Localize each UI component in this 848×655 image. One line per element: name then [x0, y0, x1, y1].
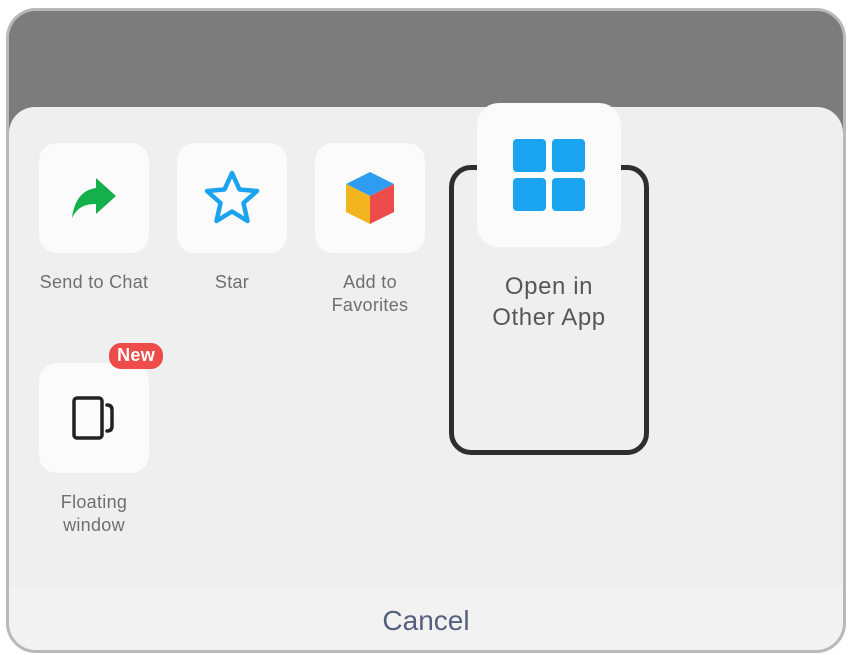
cancel-button[interactable]: Cancel — [382, 605, 469, 637]
action-sheet: Send to Chat Star Add to Favorites Open … — [9, 103, 843, 650]
open-in-other-app-tile[interactable] — [477, 103, 621, 247]
add-to-favorites-label: Add to Favorites — [331, 272, 409, 315]
phone-frame: Send to Chat Star Add to Favorites Open … — [6, 8, 846, 653]
add-to-favorites-tile[interactable] — [315, 143, 425, 253]
open-in-other-app-action[interactable]: Open in Other App — [474, 103, 624, 333]
open-in-other-app-label: Open in Other App — [492, 273, 606, 331]
star-action[interactable]: Star — [177, 143, 287, 294]
send-to-chat-action[interactable]: Send to Chat — [39, 143, 149, 294]
floating-window-icon — [72, 396, 114, 440]
share-arrow-icon — [72, 178, 116, 218]
add-to-favorites-action[interactable]: Add to Favorites — [315, 143, 425, 317]
star-label: Star — [214, 272, 250, 292]
new-badge: New — [109, 343, 163, 369]
send-to-chat-label: Send to Chat — [39, 272, 149, 292]
send-to-chat-tile[interactable] — [39, 143, 149, 253]
cube-icon — [346, 172, 394, 224]
grid-tiles-icon — [513, 139, 585, 211]
floating-window-action[interactable]: New Floating window — [39, 343, 163, 537]
floating-window-label: Floating window — [60, 492, 128, 535]
cancel-bar: Cancel — [9, 586, 843, 650]
star-tile[interactable] — [177, 143, 287, 253]
star-outline-icon — [204, 170, 260, 224]
floating-window-tile[interactable]: New — [39, 343, 163, 473]
